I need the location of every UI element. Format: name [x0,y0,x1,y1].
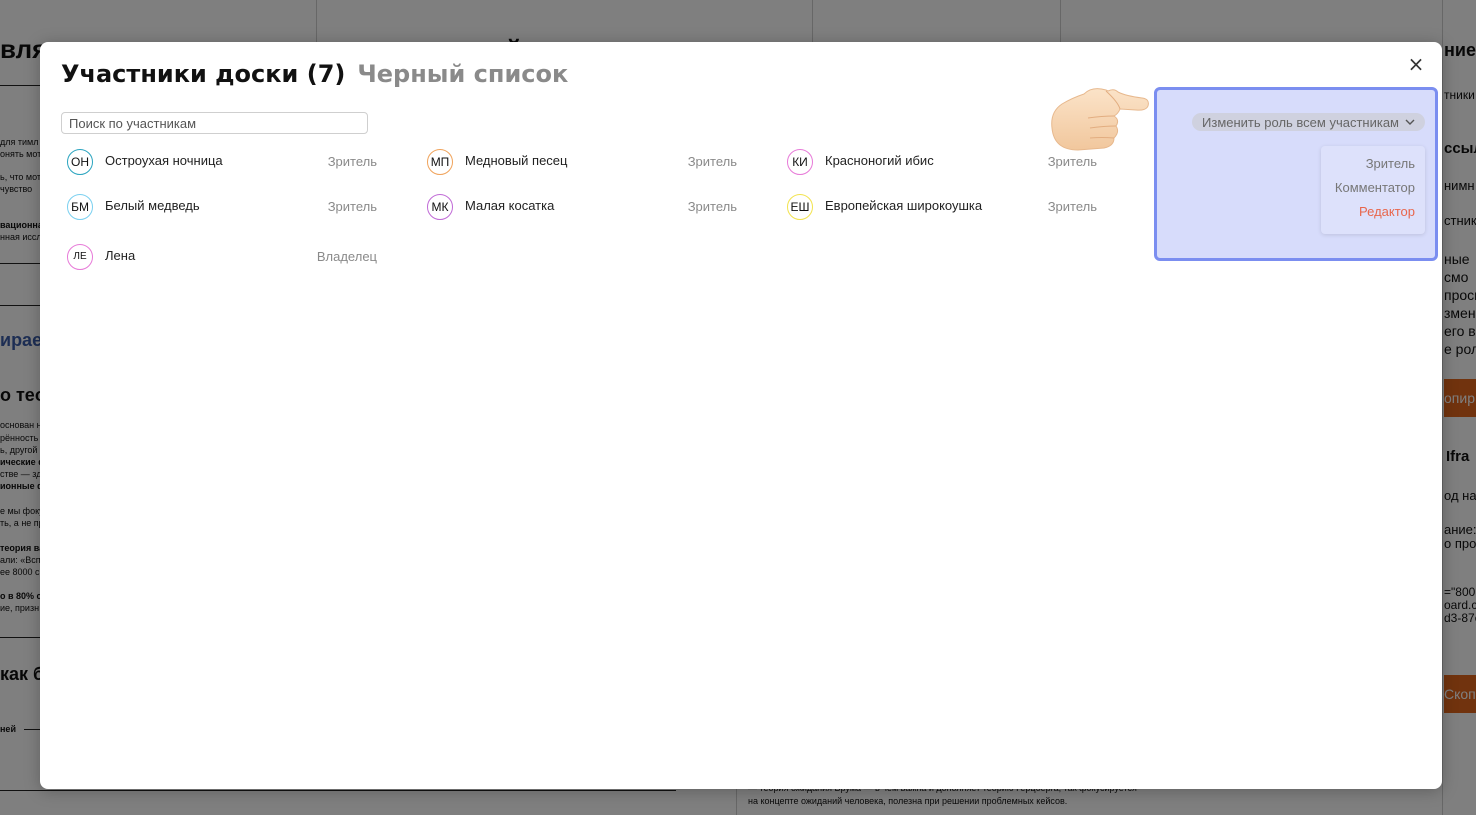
modal-tabs: Участники доски (7) Черный список [61,60,568,88]
change-role-all-button[interactable]: Изменить роль всем участникам [1192,113,1425,131]
tab-blacklist[interactable]: Черный список [357,60,568,88]
avatar: МК [427,194,453,220]
role-option-editor[interactable]: Редактор [1359,204,1415,219]
member-role-select[interactable]: Зритель [1048,154,1097,169]
role-dropdown-menu: Зритель Комментатор Редактор [1321,146,1425,234]
member-item: ОН Остроухая ночница Зритель [67,149,377,179]
member-item: МП Медновый песец Зритель [427,149,737,179]
avatar: БМ [67,194,93,220]
avatar: КИ [787,149,813,175]
change-role-highlight: Изменить роль всем участникам Зритель Ко… [1154,87,1438,261]
chevron-down-icon [1405,117,1415,128]
member-role-select[interactable]: Зритель [688,154,737,169]
member-role-select[interactable]: Зритель [1048,199,1097,214]
member-name: Европейская широкоушка [825,198,983,213]
member-role-select[interactable]: Зритель [688,199,737,214]
member-item: БМ Белый медведь Зритель [67,194,377,224]
change-role-all-label: Изменить роль всем участникам [1202,114,1399,130]
avatar: МП [427,149,453,175]
member-item: ЛЕ Лена Владелец [67,244,377,274]
member-role-select[interactable]: Зритель [328,199,377,214]
member-search-input[interactable] [61,112,368,134]
board-members-modal: × Участники доски (7) Черный список ОН О… [40,42,1442,789]
avatar: ЕШ [787,194,813,220]
member-item: МК Малая косатка Зритель [427,194,737,224]
member-name: Красноногий ибис [825,153,934,168]
role-option-viewer[interactable]: Зритель [1366,156,1415,171]
member-role-owner: Владелец [316,249,377,264]
role-option-commenter[interactable]: Комментатор [1335,180,1415,195]
member-name: Остроухая ночница [105,153,223,168]
member-name: Белый медведь [105,198,200,213]
member-name: Малая косатка [465,198,555,213]
avatar: ЛЕ [67,244,93,270]
tab-board-members[interactable]: Участники доски (7) [61,60,345,88]
member-role-select[interactable]: Зритель [328,154,377,169]
close-icon[interactable]: × [1404,52,1428,76]
member-name: Медновый песец [465,153,568,168]
member-item: ЕШ Европейская широкоушка Зритель [787,194,1097,224]
pointing-hand-icon [1048,84,1152,154]
avatar: ОН [67,149,93,175]
member-name: Лена [105,248,136,263]
